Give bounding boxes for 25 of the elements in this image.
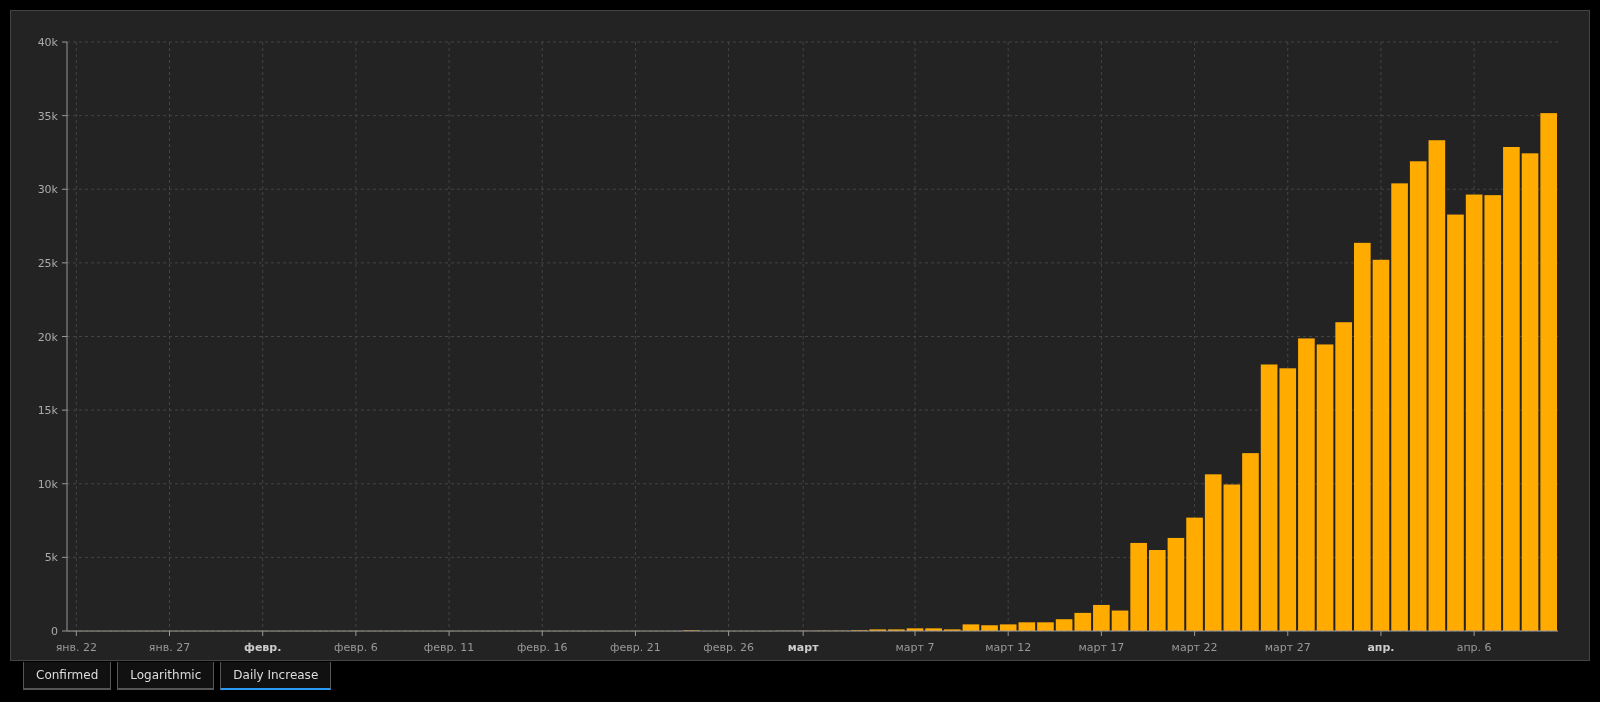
axis-label: апр. bbox=[1367, 641, 1395, 654]
axis-label: 35k bbox=[37, 109, 58, 123]
axis-label: февр. 6 bbox=[334, 641, 378, 654]
axis-label: март 7 bbox=[895, 641, 935, 654]
axis-label: март 27 bbox=[1264, 641, 1311, 654]
axis-label: 0 bbox=[51, 625, 58, 638]
axis-label: март 17 bbox=[1078, 641, 1125, 654]
axis-label: февр. 21 bbox=[610, 641, 661, 654]
axis-label: янв. 27 bbox=[148, 641, 191, 654]
axis-label: февр. 26 bbox=[703, 641, 754, 654]
axis-label: 5k bbox=[44, 551, 58, 565]
axis-label: февр. 16 bbox=[516, 641, 568, 654]
axis-label: 20k bbox=[37, 330, 58, 344]
axis-label: февр. 11 bbox=[423, 641, 475, 654]
axis-label: март 12 bbox=[985, 641, 1032, 654]
axis-label: 30k bbox=[37, 183, 58, 197]
axis-label: март bbox=[787, 641, 819, 654]
axis-label: 25k bbox=[37, 256, 58, 270]
axis-label: март 22 bbox=[1171, 641, 1218, 654]
axis-label: 40k bbox=[37, 36, 58, 49]
axis-label: февр. bbox=[244, 641, 282, 654]
axis-label: 15k bbox=[37, 404, 58, 418]
axis-label: апр. 6 bbox=[1456, 641, 1492, 654]
axis-label: 10k bbox=[37, 477, 58, 491]
axis-label: янв. 22 bbox=[55, 641, 97, 654]
